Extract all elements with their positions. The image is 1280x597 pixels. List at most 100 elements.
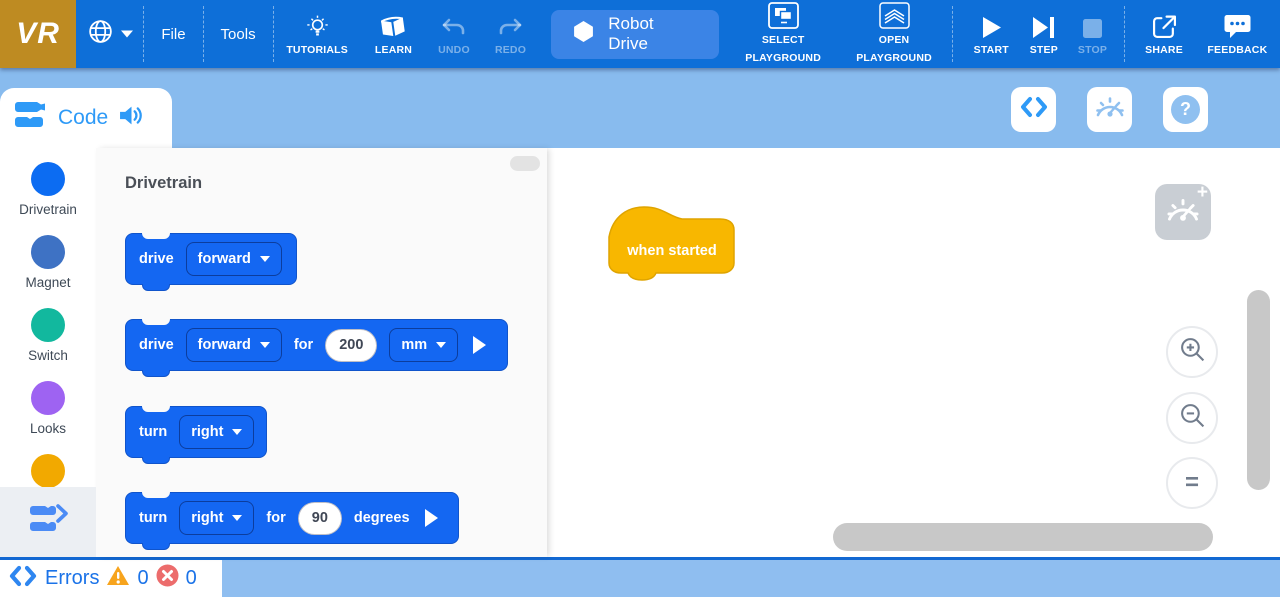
stop-button[interactable]: STOP [1069, 0, 1117, 68]
code-chevrons-icon [1020, 96, 1048, 123]
turn-direction-dropdown[interactable]: right [179, 501, 254, 535]
drivetrain-category-dot [31, 162, 65, 196]
sidebar-item-looks[interactable]: Looks [0, 381, 96, 436]
code-sub-bar: Code [0, 68, 1280, 148]
block-word: drive [139, 337, 174, 353]
undo-icon [441, 13, 466, 39]
language-menu-button[interactable] [76, 0, 143, 68]
sidebar-item-drivetrain[interactable]: Drivetrain [0, 162, 96, 217]
category-label: Magnet [0, 275, 96, 290]
share-button[interactable]: SHARE [1133, 0, 1194, 68]
block-drive-for[interactable]: drive forward for 200 mm [125, 319, 508, 371]
block-bump [142, 543, 170, 550]
block-word: turn [139, 424, 167, 440]
redo-button[interactable]: REDO [482, 0, 540, 68]
feedback-icon [1224, 13, 1251, 39]
stop-label: STOP [1078, 44, 1107, 56]
direction-dropdown[interactable]: forward [186, 328, 282, 362]
category-label: Drivetrain [0, 202, 96, 217]
when-started-block[interactable]: when started [608, 203, 736, 283]
open-playground-button[interactable]: OPEN PLAYGROUND [836, 0, 953, 68]
block-bump [142, 457, 170, 464]
caret-down-icon [260, 342, 270, 348]
caret-down-icon [232, 515, 242, 521]
blocks-icon [13, 100, 47, 136]
vertical-scrollbar[interactable] [1247, 290, 1270, 490]
toolbar-separator [1124, 6, 1125, 62]
distance-input[interactable]: 200 [325, 329, 377, 362]
category-label: Looks [0, 421, 96, 436]
dropdown-value: forward [198, 337, 251, 353]
zoom-reset-button[interactable]: = [1166, 457, 1218, 509]
select-playground-label-1: SELECT [762, 34, 805, 47]
warning-icon [106, 565, 130, 592]
learn-button[interactable]: LEARN [361, 0, 426, 68]
run-block-icon[interactable] [473, 336, 486, 354]
share-label: SHARE [1145, 44, 1183, 56]
status-bar: Errors 0 0 [0, 557, 1280, 597]
zoom-out-icon [1179, 402, 1206, 434]
block-notch [142, 406, 170, 412]
horizontal-scrollbar[interactable] [833, 523, 1213, 551]
toolbar-separator [952, 6, 953, 62]
block-notch [142, 319, 170, 325]
block-turn-for[interactable]: turn right for 90 degrees [125, 492, 459, 544]
zoom-out-button[interactable] [1166, 392, 1218, 444]
open-playground-label-2: PLAYGROUND [856, 52, 932, 65]
start-button[interactable]: START [963, 0, 1019, 68]
chevron-down-icon [121, 25, 133, 43]
select-playground-button[interactable]: SELECT PLAYGROUND [731, 0, 836, 68]
code-tab-label: Code [58, 106, 108, 130]
hat-block-label: when started [622, 243, 722, 259]
redo-icon [498, 13, 523, 39]
step-label: STEP [1030, 44, 1058, 56]
block-drive[interactable]: drive forward [125, 233, 297, 285]
tutorials-button[interactable]: TUTORIALS [274, 0, 361, 68]
errors-panel[interactable]: Errors 0 0 [0, 560, 222, 597]
project-name-button[interactable]: Robot Drive [551, 10, 718, 59]
monitor-console-button[interactable] [1087, 87, 1132, 132]
step-button[interactable]: STEP [1019, 0, 1069, 68]
feedback-button[interactable]: FEEDBACK [1195, 0, 1280, 68]
redo-label: REDO [495, 44, 526, 56]
main-area: Drivetrain Magnet Switch Looks [0, 148, 1280, 557]
menu-file[interactable]: File [144, 0, 202, 68]
stop-icon [1082, 13, 1103, 39]
block-turn[interactable]: turn right [125, 406, 267, 458]
block-bump [142, 284, 170, 291]
vr-logo: VR [0, 0, 76, 68]
sidebar-item-magnet[interactable]: Magnet [0, 235, 96, 290]
palette-collapse-handle[interactable] [510, 156, 540, 171]
block-word: for [294, 337, 313, 353]
gauge-icon [1094, 94, 1126, 125]
errors-label: Errors [45, 567, 99, 590]
speaker-icon[interactable] [119, 104, 144, 133]
direction-dropdown[interactable]: forward [186, 242, 282, 276]
angle-input[interactable]: 90 [298, 502, 342, 535]
zoom-in-button[interactable] [1166, 326, 1218, 378]
sidebar-item-switch[interactable]: Switch [0, 308, 96, 363]
workspace-canvas[interactable]: when started + [547, 148, 1280, 557]
tab-code[interactable]: Code [0, 88, 172, 148]
plus-badge: + [1197, 182, 1208, 204]
category-sidebar: Drivetrain Magnet Switch Looks [0, 148, 96, 557]
undo-button[interactable]: UNDO [426, 0, 482, 68]
turn-direction-dropdown[interactable]: right [179, 415, 254, 449]
undo-label: UNDO [438, 44, 470, 56]
unit-dropdown[interactable]: mm [389, 328, 458, 362]
menu-tools[interactable]: Tools [204, 0, 273, 68]
block-palette: Drivetrain drive forward drive forward f… [96, 148, 547, 557]
dropdown-value: right [191, 424, 223, 440]
add-monitor-button[interactable]: + [1155, 184, 1211, 240]
help-button[interactable]: ? [1163, 87, 1208, 132]
blocks-palette-toggle[interactable] [0, 487, 96, 557]
dropdown-value: mm [401, 337, 427, 353]
run-block-icon[interactable] [425, 509, 438, 527]
code-viewer-button[interactable] [1011, 87, 1056, 132]
block-word: degrees [354, 510, 410, 526]
switch-category-dot [31, 308, 65, 342]
block-bump [142, 370, 170, 377]
caret-down-icon [260, 256, 270, 262]
project-name: Robot Drive [608, 14, 696, 54]
feedback-label: FEEDBACK [1207, 44, 1267, 56]
